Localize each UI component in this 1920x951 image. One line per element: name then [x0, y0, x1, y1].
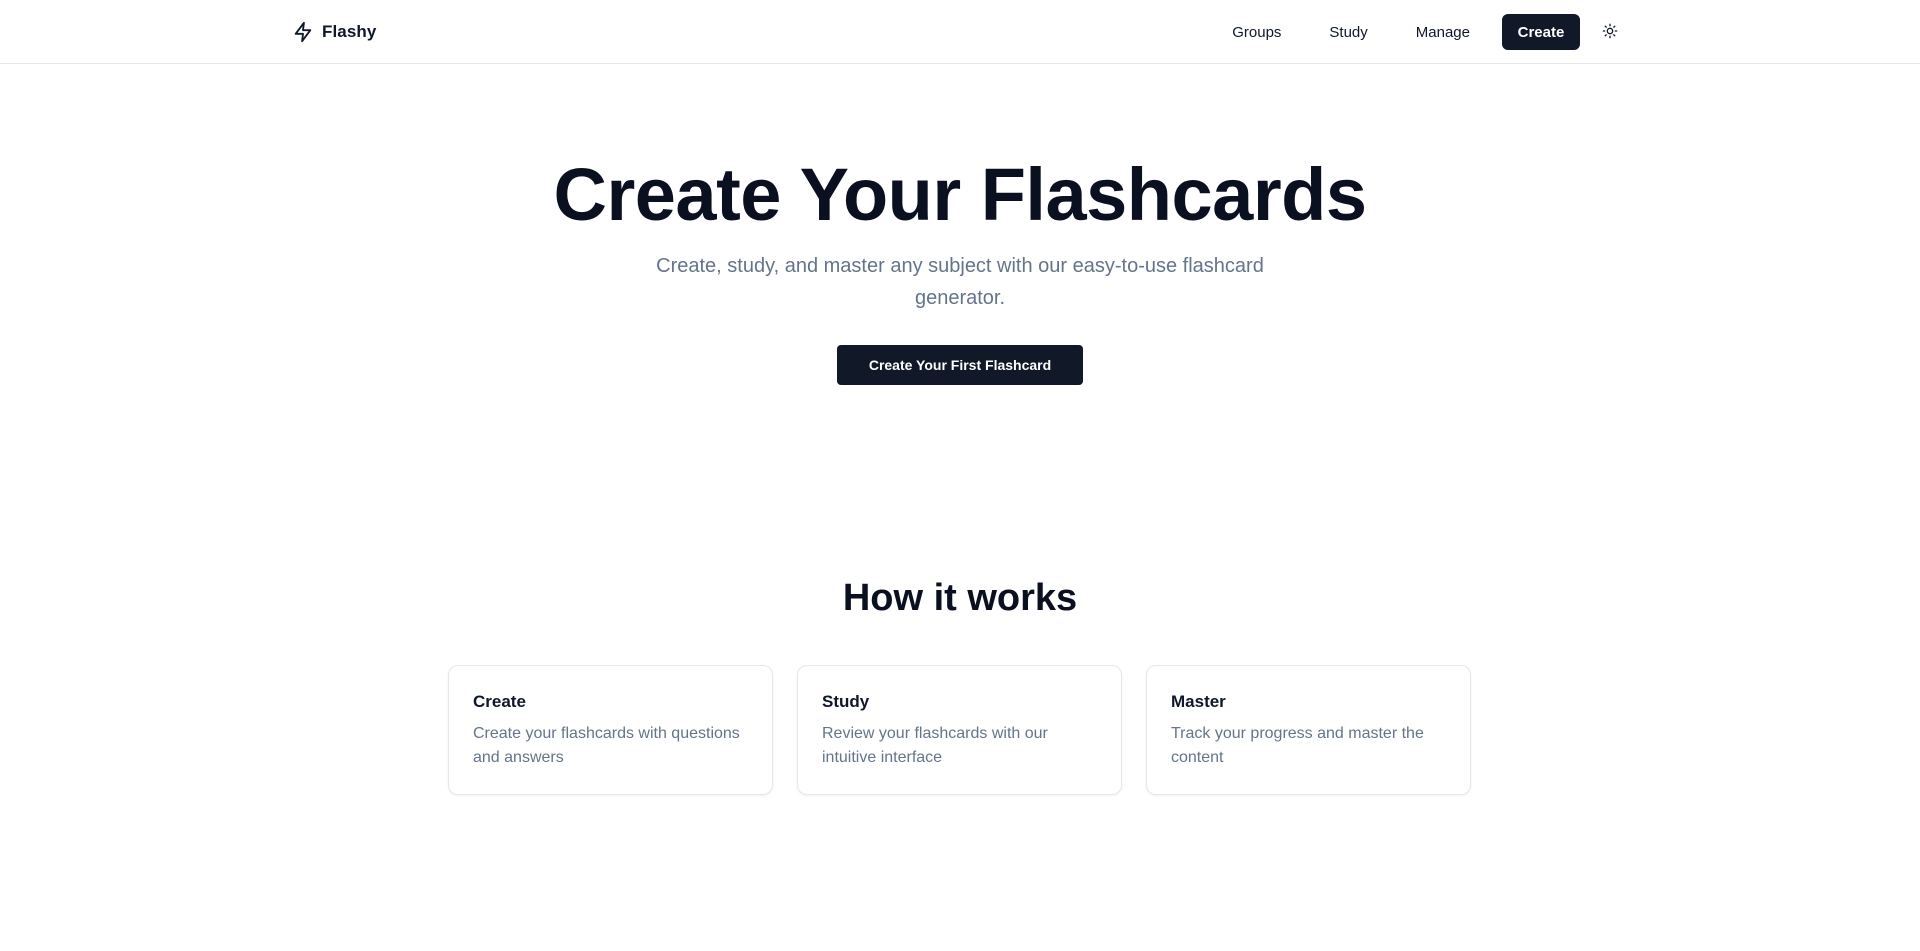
brand-logo-link[interactable]: Flashy [292, 20, 376, 44]
feature-card-description: Track your progress and master the conte… [1171, 725, 1424, 766]
feature-card-master: Master Track your progress and master th… [1146, 665, 1471, 795]
feature-card-title: Study [822, 692, 870, 711]
feature-card-description: Create your flashcards with questions an… [473, 725, 740, 766]
nav-link-manage[interactable]: Manage [1392, 14, 1494, 50]
hero-subtitle: Create, study, and master any subject wi… [656, 255, 1264, 309]
nav-link-groups[interactable]: Groups [1208, 14, 1305, 50]
theme-toggle-button[interactable] [1592, 14, 1628, 50]
feature-card-title: Create [473, 692, 526, 711]
nav-link-study[interactable]: Study [1305, 14, 1391, 50]
brand-name: Flashy [322, 22, 377, 41]
feature-card-study: Study Review your flashcards with our in… [797, 665, 1122, 795]
nav-create-button[interactable]: Create [1502, 14, 1580, 50]
create-first-flashcard-button[interactable]: Create Your First Flashcard [837, 345, 1083, 385]
main-nav: Groups Study Manage Create [1208, 14, 1628, 50]
feature-card-create: Create Create your flashcards with quest… [448, 665, 773, 795]
feature-card-title: Master [1171, 692, 1226, 711]
sun-icon [1602, 23, 1618, 42]
feature-card-description: Review your flashcards with our intuitiv… [822, 725, 1048, 766]
feature-cards: Create Create your flashcards with quest… [448, 665, 1472, 795]
lightning-bolt-icon [292, 21, 314, 43]
how-it-works-title: How it works [842, 577, 1078, 619]
top-navbar: Flashy Groups Study Manage Create [0, 0, 1920, 64]
hero-title: Create Your Flashcards [553, 153, 1367, 236]
